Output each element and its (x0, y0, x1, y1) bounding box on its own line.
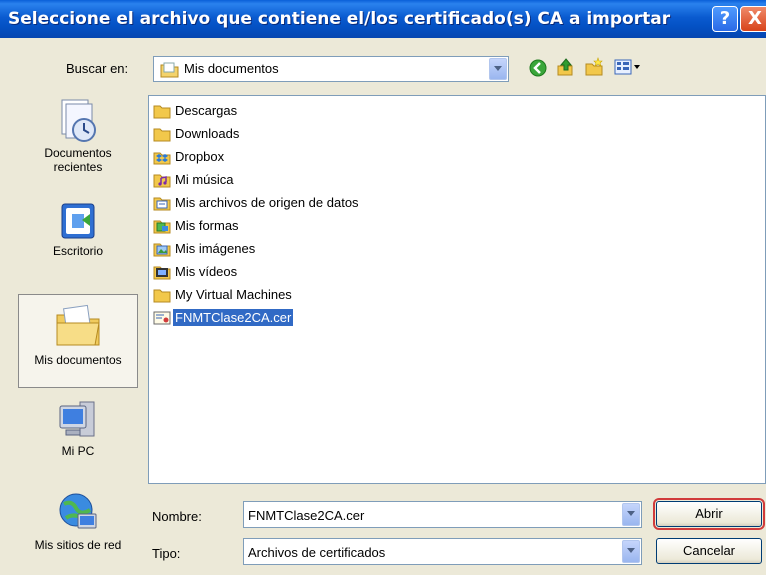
file-name: Mi música (175, 172, 234, 188)
place-desktop[interactable]: Escritorio (18, 200, 138, 272)
filetype-label: Tipo: (152, 546, 181, 561)
dropbox-icon (153, 149, 171, 165)
filetype-select[interactable]: Archivos de certificados (243, 538, 642, 565)
list-item[interactable]: FNMTClase2CA.cer (153, 309, 294, 331)
list-item[interactable]: Mis imágenes (153, 240, 257, 262)
place-network-places[interactable]: Mis sitios de red (18, 490, 138, 570)
place-label-desktop: Escritorio (52, 244, 103, 258)
my-computer-icon (59, 401, 95, 437)
place-label-my-documents: Mis documentos (34, 353, 122, 367)
certificate-file-icon (153, 310, 171, 326)
my-documents-small-icon (160, 62, 179, 78)
lookin-combo[interactable]: Mis documentos (153, 56, 509, 82)
list-item[interactable]: Mis formas (153, 217, 241, 239)
list-item[interactable]: Dropbox (153, 148, 226, 170)
new-folder-icon[interactable] (584, 57, 604, 77)
place-my-documents[interactable]: Mis documentos (18, 294, 138, 388)
place-label-my-computer: Mi PC (61, 444, 95, 458)
title-bar[interactable]: Seleccione el archivo que contiene el/lo… (0, 0, 766, 38)
view-menu-icon[interactable] (614, 59, 642, 75)
folder-icon (153, 126, 171, 142)
list-item[interactable]: Descargas (153, 102, 239, 124)
lookin-label: Buscar en: (66, 61, 129, 76)
filename-value: FNMTClase2CA.cer (248, 508, 365, 523)
up-folder-icon[interactable] (556, 57, 576, 77)
file-name: FNMTClase2CA.cer (173, 309, 294, 327)
filetype-dropdown-icon[interactable] (622, 540, 640, 563)
open-button[interactable]: Abrir (653, 498, 765, 530)
dialog-title: Seleccione el archivo que contiene el/lo… (8, 9, 671, 29)
list-item[interactable]: Downloads (153, 125, 241, 147)
place-my-computer[interactable]: Mi PC (18, 398, 138, 472)
folder-icon (153, 287, 171, 303)
close-button[interactable]: X (740, 6, 766, 32)
folder-icon (153, 103, 171, 119)
places-bar: Documentos recientes Escritorio Mis docu… (18, 90, 140, 575)
help-button[interactable]: ? (712, 6, 738, 32)
list-item[interactable]: Mi música (153, 171, 236, 193)
back-icon[interactable] (528, 58, 548, 78)
pictures-folder-icon (153, 241, 171, 257)
filetype-value: Archivos de certificados (248, 545, 386, 560)
lookin-value: Mis documentos (184, 61, 279, 76)
file-name: My Virtual Machines (175, 287, 292, 303)
cancel-button[interactable]: Cancelar (656, 538, 762, 564)
place-label-network: Mis sitios de red (34, 538, 122, 552)
file-list[interactable]: Descargas Downloads Dropbox Mi música Mi… (148, 95, 766, 484)
data-sources-folder-icon (153, 195, 171, 211)
shapes-folder-icon (153, 218, 171, 234)
open-file-dialog: Seleccione el archivo que contiene el/lo… (0, 0, 766, 575)
file-name: Mis vídeos (175, 264, 238, 280)
list-item[interactable]: My Virtual Machines (153, 286, 294, 308)
filename-label: Nombre: (152, 509, 202, 524)
file-name: Descargas (175, 103, 238, 119)
lookin-dropdown-icon[interactable] (489, 58, 507, 80)
music-folder-icon (153, 172, 171, 188)
file-name: Mis archivos de origen de datos (175, 195, 359, 211)
videos-folder-icon (153, 264, 171, 280)
recent-documents-icon (61, 99, 96, 142)
file-name: Dropbox (175, 149, 225, 165)
desktop-icon (61, 203, 95, 239)
my-documents-icon (56, 304, 100, 346)
file-name: Downloads (175, 126, 240, 142)
file-name: Mis formas (175, 218, 239, 234)
place-recent-documents[interactable]: Documentos recientes (18, 96, 138, 188)
filename-input[interactable]: FNMTClase2CA.cer (243, 501, 642, 528)
filename-dropdown-icon[interactable] (622, 503, 640, 526)
network-places-icon (59, 493, 97, 529)
place-label-recent: Documentos recientes (44, 146, 112, 174)
file-name: Mis imágenes (175, 241, 256, 257)
list-item[interactable]: Mis vídeos (153, 263, 239, 285)
list-item[interactable]: Mis archivos de origen de datos (153, 194, 361, 216)
